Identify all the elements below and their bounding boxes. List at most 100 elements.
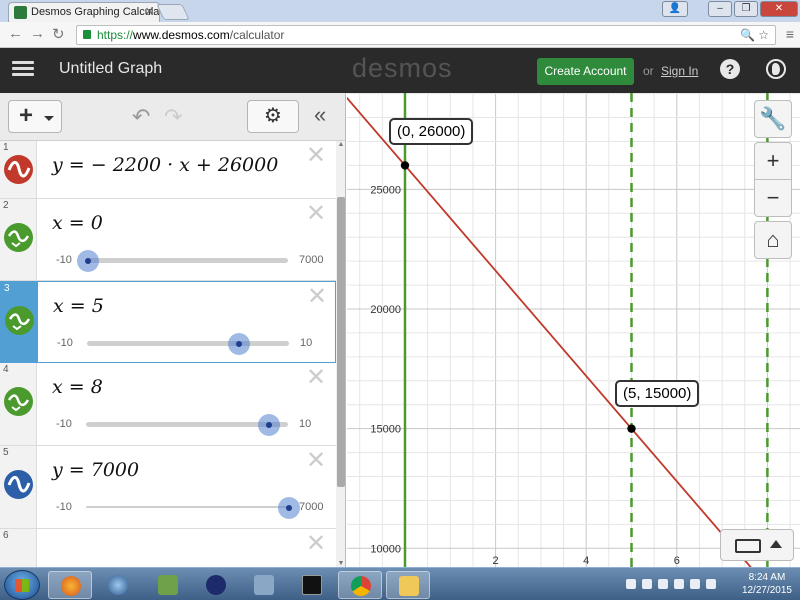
keyboard-icon	[735, 539, 761, 553]
redo-icon[interactable]: ↷	[164, 104, 182, 130]
taskbar-firefox[interactable]	[48, 571, 92, 599]
slider-thumb[interactable]	[77, 250, 99, 272]
slider-min[interactable]: -10	[56, 501, 72, 513]
start-button[interactable]	[4, 570, 40, 600]
wave-icon[interactable]	[4, 470, 33, 499]
taskbar-cmd[interactable]	[290, 571, 334, 599]
maximize-window-button[interactable]: ❐	[734, 1, 758, 17]
or-text: or	[643, 64, 654, 78]
help-icon[interactable]: ?	[720, 59, 740, 79]
expression-math[interactable]: y = − 2200 · x + 26000	[52, 154, 278, 176]
slider-wave-icon[interactable]	[5, 306, 34, 335]
undo-icon[interactable]: ↶	[132, 104, 150, 130]
slider-track[interactable]	[86, 258, 288, 263]
graph-title[interactable]: Untitled Graph	[59, 60, 162, 78]
expression-math[interactable]: x = 0	[52, 212, 103, 234]
sign-in-link[interactable]: Sign In	[661, 64, 698, 78]
expression-row-4[interactable]: 4 x = 8 ✕ -10 10	[0, 363, 336, 446]
close-window-button[interactable]: ✕	[760, 1, 798, 17]
slider-wave-icon[interactable]	[4, 223, 33, 252]
slider-max[interactable]: 7000	[299, 501, 323, 513]
zoom-icon[interactable]: 🔍	[740, 28, 755, 42]
point-label-1[interactable]: (0, 26000)	[389, 118, 474, 145]
browser-menu-icon[interactable]: ≡	[786, 26, 794, 42]
home-zoom-button[interactable]: ⌂	[754, 221, 792, 259]
collapse-panel-icon[interactable]: «	[314, 102, 326, 128]
expression-scrollbar[interactable]: ▲ ▼	[336, 141, 345, 567]
delete-expression-icon[interactable]: ✕	[306, 363, 326, 392]
expression-gutter: 3	[1, 282, 38, 362]
bookmark-star-icon[interactable]: ☆	[758, 28, 769, 42]
close-tab-icon[interactable]: ✕	[145, 3, 154, 21]
flag-icon[interactable]	[658, 579, 668, 589]
keypad-toggle-button[interactable]	[720, 529, 794, 561]
volume-icon[interactable]	[706, 579, 716, 589]
slider-min[interactable]: -10	[57, 337, 73, 349]
expression-row-3[interactable]: 3 x = 5 ✕ -10 10	[0, 281, 336, 363]
scroll-down-icon[interactable]: ▼	[336, 560, 345, 567]
wave-icon[interactable]	[4, 155, 33, 184]
app-icon	[254, 575, 274, 595]
zoom-in-button[interactable]: +	[754, 142, 792, 180]
tray-icon[interactable]	[626, 579, 636, 589]
slider-min[interactable]: -10	[56, 418, 72, 430]
expression-row-5[interactable]: 5 y = 7000 ✕ -10 7000	[0, 446, 336, 529]
slider-max[interactable]: 10	[300, 337, 312, 349]
delete-expression-icon[interactable]: ✕	[307, 282, 327, 311]
expression-row-2[interactable]: 2 x = 0 ✕ -10 7000	[0, 199, 336, 281]
language-globe-icon[interactable]	[766, 59, 786, 79]
slider-max[interactable]: 7000	[299, 254, 323, 266]
tab-title: Desmos Graphing Calculat	[31, 6, 160, 18]
browser-tab[interactable]: Desmos Graphing Calculat ✕	[8, 2, 160, 22]
scrollbar-thumb[interactable]	[337, 197, 345, 487]
delete-expression-icon[interactable]: ✕	[306, 199, 326, 228]
expression-row-6[interactable]: 6 ✕	[0, 529, 336, 567]
graph-canvas[interactable]: 25000 20000 15000 10000 2 4 6	[347, 93, 800, 567]
slider-track[interactable]	[86, 506, 288, 508]
minimize-window-button[interactable]: –	[708, 1, 732, 17]
x-tick-label: 2	[493, 555, 499, 567]
url-input[interactable]: https://www.desmos.com/calculator 🔍 ☆	[76, 25, 776, 45]
delete-expression-icon[interactable]: ✕	[306, 446, 326, 475]
system-tray: 8:24 AM 12/27/2015	[610, 568, 800, 601]
expression-math[interactable]: y = 7000	[52, 459, 139, 481]
create-account-button[interactable]: Create Account	[537, 58, 634, 85]
expression-math[interactable]: x = 5	[53, 295, 104, 317]
point-label-2[interactable]: (5, 15000)	[615, 380, 700, 407]
slider-max[interactable]: 10	[299, 418, 311, 430]
add-item-button[interactable]: +	[8, 100, 62, 133]
wrench-settings-button[interactable]: 🔧	[754, 100, 792, 138]
clock[interactable]: 8:24 AM 12/27/2015	[742, 571, 792, 597]
slider-thumb[interactable]	[278, 497, 300, 519]
settings-gear-button[interactable]: ⚙	[247, 100, 299, 133]
taskbar-app-4[interactable]	[194, 571, 238, 599]
new-tab-button[interactable]	[156, 4, 190, 20]
reload-icon[interactable]: ↻	[52, 25, 65, 43]
slider-thumb[interactable]	[228, 333, 250, 355]
expression-row-1[interactable]: 1 y = − 2200 · x + 26000 ✕	[0, 141, 336, 199]
expression-math[interactable]: x = 8	[52, 376, 103, 398]
forward-arrow-icon[interactable]: →	[30, 25, 45, 42]
taskbar-explorer[interactable]	[386, 571, 430, 599]
delete-expression-icon[interactable]: ✕	[306, 141, 326, 170]
network-icon[interactable]	[690, 579, 700, 589]
zoom-out-button[interactable]: −	[754, 179, 792, 217]
hamburger-menu-icon[interactable]	[12, 58, 34, 80]
folder-icon	[399, 576, 419, 596]
taskbar-thunderbird[interactable]	[96, 571, 140, 599]
tray-icon[interactable]	[642, 579, 652, 589]
delete-expression-icon[interactable]: ✕	[306, 529, 326, 558]
taskbar-chrome[interactable]	[338, 571, 382, 599]
taskbar-app-5[interactable]	[242, 571, 286, 599]
expression-gutter: 5	[0, 446, 37, 528]
taskbar-app-3[interactable]	[146, 571, 190, 599]
tray-icon[interactable]	[674, 579, 684, 589]
user-profile-icon[interactable]: 👤	[662, 1, 688, 17]
slider-thumb[interactable]	[258, 414, 280, 436]
slider-min[interactable]: -10	[56, 254, 72, 266]
graph-paper[interactable]: 25000 20000 15000 10000 2 4 6 🔧 + − ⌂ (0, 2600…	[347, 93, 800, 567]
slider-track[interactable]	[87, 341, 289, 346]
scroll-up-icon[interactable]: ▲	[336, 141, 345, 148]
slider-wave-icon[interactable]	[4, 387, 33, 416]
back-arrow-icon[interactable]: ←	[8, 25, 23, 42]
